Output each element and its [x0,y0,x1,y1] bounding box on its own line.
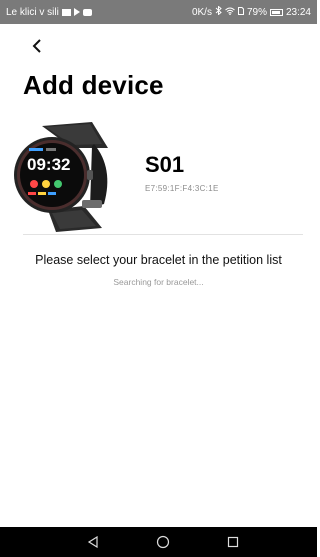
watch-time: 09:32 [27,155,70,174]
wifi-icon [225,7,235,18]
network-speed: 0K/s [191,6,212,18]
divider [23,234,303,235]
status-right: 0K/s 79% 23:24 [191,5,311,18]
status-left: Le klici v sili [6,7,92,18]
back-button[interactable] [26,35,48,57]
searching-status: Searching for bracelet... [113,277,204,287]
nav-home-button[interactable] [143,527,183,557]
navigation-bar [0,527,317,557]
battery-icon [269,8,283,16]
page-title: Add device [23,70,164,100]
nav-recents-button[interactable] [213,527,253,557]
sim-icon [237,6,244,18]
carrier-label: Le klici v sili [6,6,59,18]
square-recents-icon [227,536,239,548]
smartwatch-image: 09:32 [14,122,108,232]
bluetooth-icon [215,5,222,18]
battery-percent: 79% [246,6,267,18]
device-name: S01 [145,152,185,177]
triangle-back-icon [87,536,98,548]
video-icon [82,8,92,16]
circle-home-icon [156,535,170,549]
status-time: 23:24 [285,6,311,18]
chevron-left-icon [32,39,41,53]
status-bar: Le klici v sili 0K/s 79% 23:24 [0,0,317,24]
notification-square-icon [61,8,71,16]
play-icon [73,8,80,16]
nav-back-button[interactable] [73,527,113,557]
device-mac-address: E7:59:1F:F4:3C:1E [145,184,219,193]
instruction-text: Please select your bracelet in the petit… [35,253,282,267]
